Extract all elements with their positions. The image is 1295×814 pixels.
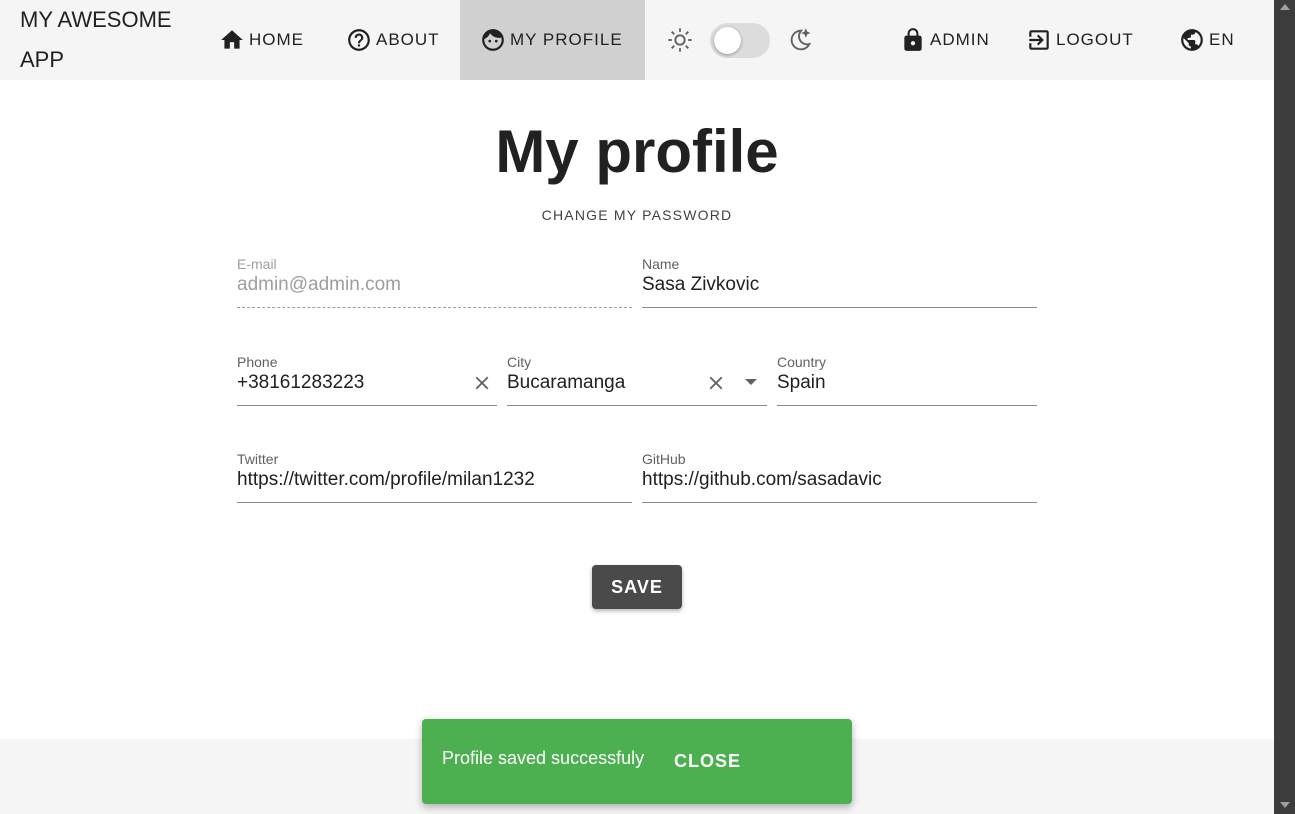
email-field: E-mail admin@admin.com bbox=[237, 256, 632, 308]
snackbar-message: Profile saved successfuly bbox=[442, 748, 645, 768]
twitter-value[interactable]: https://twitter.com/profile/milan1232 bbox=[237, 467, 535, 493]
country-underline bbox=[777, 405, 1037, 406]
github-underline bbox=[642, 502, 1037, 503]
language-selector[interactable]: EN bbox=[1175, 0, 1239, 80]
nav-my-profile-label: MY PROFILE bbox=[510, 30, 623, 49]
name-label: Name bbox=[642, 256, 680, 272]
email-label: E-mail bbox=[237, 256, 277, 272]
globe-icon bbox=[1181, 29, 1203, 51]
success-snackbar: Profile saved successfuly CLOSE bbox=[422, 719, 852, 804]
scroll-up-arrow-icon[interactable] bbox=[1280, 4, 1290, 10]
city-clear-icon[interactable] bbox=[705, 372, 727, 394]
home-icon bbox=[221, 30, 243, 49]
country-value[interactable]: Spain bbox=[777, 370, 826, 396]
moon-icon bbox=[790, 28, 812, 51]
nav-home[interactable]: HOME bbox=[215, 0, 308, 80]
page: MY AWESOME APP HOME ABOUT MY PROFILE ADM… bbox=[0, 0, 1274, 814]
language-label: EN bbox=[1209, 30, 1235, 49]
name-field[interactable]: Name Sasa Zivkovic bbox=[642, 256, 1037, 308]
phone-field[interactable]: Phone +38161283223 bbox=[237, 354, 497, 406]
save-button[interactable]: SAVE bbox=[592, 565, 682, 609]
scroll-down-arrow-icon[interactable] bbox=[1280, 802, 1290, 808]
phone-underline bbox=[237, 405, 497, 406]
name-value[interactable]: Sasa Zivkovic bbox=[642, 272, 759, 298]
theme-toggle[interactable] bbox=[710, 23, 770, 58]
email-underline bbox=[237, 307, 632, 308]
nav-about-label: ABOUT bbox=[376, 30, 440, 49]
change-password-button[interactable]: CHANGE MY PASSWORD bbox=[530, 202, 744, 228]
country-field[interactable]: Country Spain bbox=[777, 354, 1037, 406]
lock-icon bbox=[904, 28, 922, 51]
chevron-down-icon[interactable] bbox=[743, 376, 759, 388]
country-label: Country bbox=[777, 354, 827, 370]
nav-admin-label: ADMIN bbox=[930, 30, 990, 49]
twitter-label: Twitter bbox=[237, 451, 279, 467]
city-value[interactable]: Bucaramanga bbox=[507, 370, 625, 396]
email-value: admin@admin.com bbox=[237, 274, 401, 295]
nav-logout[interactable]: LOGOUT bbox=[1022, 0, 1138, 80]
twitter-field[interactable]: Twitter https://twitter.com/profile/mila… bbox=[237, 451, 632, 503]
phone-label: Phone bbox=[237, 354, 278, 370]
vertical-scrollbar[interactable] bbox=[1274, 0, 1295, 814]
nav-logout-label: LOGOUT bbox=[1056, 30, 1134, 49]
city-underline bbox=[507, 405, 767, 406]
phone-value[interactable]: +38161283223 bbox=[237, 370, 364, 396]
github-value[interactable]: https://github.com/sasadavic bbox=[642, 467, 882, 493]
city-select[interactable]: City Bucaramanga bbox=[507, 354, 767, 406]
navbar: MY AWESOME APP HOME ABOUT MY PROFILE ADM… bbox=[0, 0, 1274, 80]
nav-admin[interactable]: ADMIN bbox=[896, 0, 994, 80]
name-underline bbox=[642, 307, 1037, 308]
phone-clear-icon[interactable] bbox=[471, 372, 493, 394]
nav-my-profile[interactable]: MY PROFILE bbox=[460, 0, 645, 80]
github-label: GitHub bbox=[642, 451, 686, 467]
app-brand[interactable]: MY AWESOME APP bbox=[20, 0, 180, 80]
snackbar-close-button[interactable]: CLOSE bbox=[674, 751, 741, 772]
face-icon bbox=[482, 29, 504, 51]
sun-icon bbox=[668, 28, 692, 52]
help-circle-icon bbox=[348, 29, 370, 51]
logout-icon bbox=[1029, 30, 1049, 50]
city-label: City bbox=[507, 354, 532, 370]
nav-about[interactable]: ABOUT bbox=[342, 0, 444, 80]
twitter-underline bbox=[237, 502, 632, 503]
github-field[interactable]: GitHub https://github.com/sasadavic bbox=[642, 451, 1037, 503]
page-title: My profile bbox=[495, 118, 779, 185]
toggle-knob bbox=[714, 27, 741, 54]
nav-home-label: HOME bbox=[249, 30, 304, 49]
